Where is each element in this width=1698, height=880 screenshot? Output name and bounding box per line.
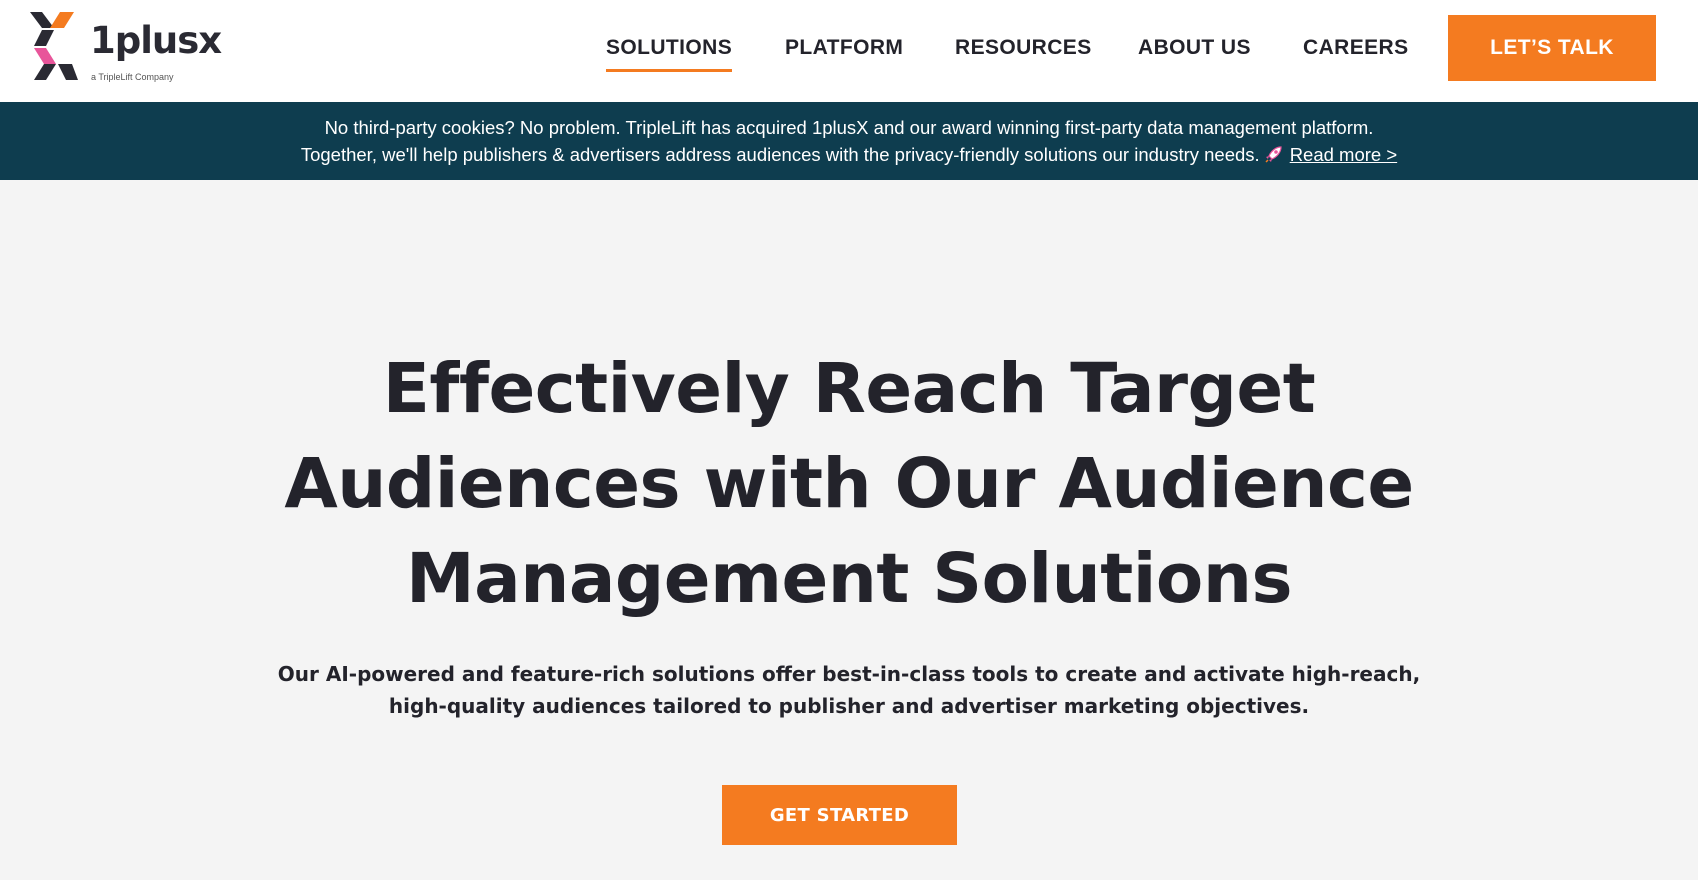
site-header: 1plusx a TripleLift Company SOLUTIONS PL… <box>0 0 1698 102</box>
hero-subtitle-line-2: high-quality audiences tailored to publi… <box>388 694 1310 718</box>
lets-talk-button[interactable]: LET’S TALK <box>1448 15 1656 81</box>
announcement-banner: No third-party cookies? No problem. Trip… <box>0 102 1698 180</box>
nav-item-resources[interactable]: RESOURCES <box>955 32 1092 63</box>
nav-item-platform[interactable]: PLATFORM <box>785 32 903 63</box>
logo-x-icon <box>30 12 78 80</box>
logo[interactable]: 1plusx a TripleLift Company <box>26 12 236 84</box>
hero-section: Effectively Reach Target Audiences with … <box>0 180 1698 880</box>
hero-subtitle-line-1: Our AI-powered and feature-rich solution… <box>277 662 1421 686</box>
hero-title-line-1: Effectively Reach Target <box>382 349 1316 429</box>
banner-line-2: Together, we'll help publishers & advert… <box>0 141 1698 168</box>
banner-line-1: No third-party cookies? No problem. Trip… <box>324 117 1374 138</box>
hero-title-line-2: Audiences with Our Audience <box>284 444 1414 524</box>
nav-item-about-us[interactable]: ABOUT US <box>1138 32 1251 63</box>
hero-subtitle: Our AI-powered and feature-rich solution… <box>249 658 1449 722</box>
get-started-button[interactable]: GET STARTED <box>722 785 957 845</box>
nav-item-careers[interactable]: CAREERS <box>1303 32 1408 63</box>
logo-tagline: a TripleLift Company <box>91 72 174 82</box>
hero-title: Effectively Reach Target Audiences with … <box>249 342 1449 627</box>
logo-wordmark: 1plusx <box>90 19 222 62</box>
logo-text: 1plusx a TripleLift Company <box>90 12 230 84</box>
nav-item-solutions[interactable]: SOLUTIONS <box>606 32 733 72</box>
rocket-icon <box>1264 141 1284 168</box>
banner-line-2-text: Together, we'll help publishers & advert… <box>300 144 1260 165</box>
read-more-link[interactable]: Read more > <box>1290 144 1397 165</box>
hero-title-line-3: Management Solutions <box>405 539 1293 619</box>
